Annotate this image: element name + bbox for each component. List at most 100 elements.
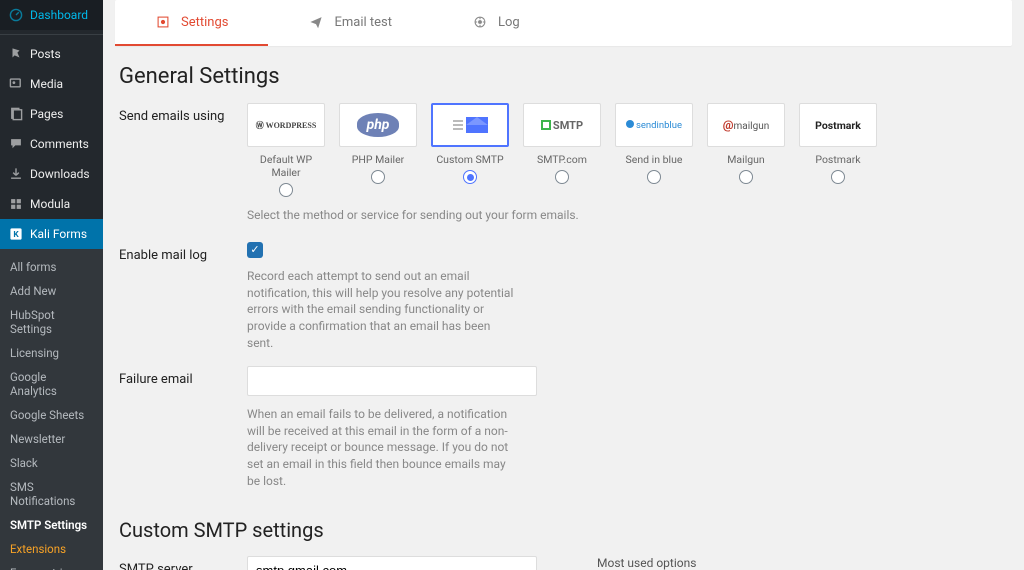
dashboard-icon [8,7,24,23]
tab-log[interactable]: Log [432,0,560,46]
sidebar-label: Kali Forms [30,227,87,241]
sidebar-label: Downloads [30,167,90,181]
mailer-radio-wp[interactable] [279,183,293,197]
sidebar-item-dashboard[interactable]: Dashboard [0,0,103,30]
svg-text:K: K [13,230,19,240]
help-send-using: Select the method or service for sending… [247,207,587,224]
label-enable-mail-log: Enable mail log [119,242,231,263]
tab-label: Settings [181,15,228,30]
mailer-options: Ⓦ WORDPRESS Default WP Mailer php PHP Ma… [247,103,887,197]
tab-email-test[interactable]: Email test [268,0,432,46]
kaliforms-icon: K [8,226,24,242]
mailer-option-mailgun: @mailgun Mailgun [707,103,785,197]
mailer-name: PHP Mailer [339,153,417,166]
mailer-option-sendinblue: sendinblue Send in blue [615,103,693,197]
media-icon [8,76,24,92]
sendinblue-logo-icon: sendinblue [626,120,682,131]
wordpress-logo-icon: Ⓦ WORDPRESS [256,120,317,131]
subitem-hubspot[interactable]: HubSpot Settings [0,303,103,341]
comments-icon [8,136,24,152]
mailer-radio-postmark[interactable] [831,170,845,184]
sidebar-label: Dashboard [30,8,88,22]
settings-tabs: Settings Email test Log [115,0,1012,46]
mailer-radio-sendinblue[interactable] [647,170,661,184]
subitem-all-forms[interactable]: All forms [0,255,103,279]
postmark-logo-icon: Postmark [815,119,861,132]
download-icon [8,166,24,182]
mailer-name: Send in blue [615,153,693,166]
mailer-option-php: php PHP Mailer [339,103,417,197]
subitem-extensions[interactable]: Extensions [0,537,103,561]
send-icon [308,14,324,30]
mailer-card-postmark[interactable]: Postmark [799,103,877,147]
sidebar-item-comments[interactable]: Comments [0,129,103,159]
mailer-radio-php[interactable] [371,170,385,184]
custom-smtp-logo-icon [453,117,488,133]
tab-label: Email test [334,15,392,30]
mailer-card-custom-smtp[interactable] [431,103,509,147]
tab-label: Log [498,15,520,30]
mailer-card-wp[interactable]: Ⓦ WORDPRESS [247,103,325,147]
tab-settings[interactable]: Settings [115,0,268,46]
mailer-name: SMTP.com [523,153,601,166]
sidebar-item-posts[interactable]: Posts [0,39,103,69]
heading-general-settings: General Settings [119,64,1012,89]
subitem-analytics[interactable]: Google Analytics [0,365,103,403]
subitem-add-new[interactable]: Add New [0,279,103,303]
sidebar-label: Comments [30,137,89,151]
subitem-licensing[interactable]: Licensing [0,341,103,365]
modula-icon [8,196,24,212]
subitem-newsletter[interactable]: Newsletter [0,427,103,451]
gear-outline-icon [155,14,171,30]
mailer-option-custom-smtp: Custom SMTP [431,103,509,197]
sidebar-item-media[interactable]: Media [0,69,103,99]
mailer-radio-mailgun[interactable] [739,170,753,184]
mailer-card-smtpcom[interactable]: SMTP [523,103,601,147]
main-content: Settings Email test Log General Settings… [103,0,1024,570]
mailer-radio-custom-smtp[interactable] [463,170,477,184]
input-smtp-server[interactable] [247,556,537,570]
mailer-option-postmark: Postmark Postmark [799,103,877,197]
help-mail-log: Record each attempt to send out an email… [247,268,517,352]
pin-icon [8,46,24,62]
admin-sidebar: Dashboard Posts Media Pages Comments Dow… [0,0,103,570]
input-failure-email[interactable] [247,366,537,396]
sidebar-label: Posts [30,47,61,61]
subitem-smtp-settings[interactable]: SMTP Settings [0,513,103,537]
mailer-card-php[interactable]: php [339,103,417,147]
log-icon [472,14,488,30]
mailer-card-mailgun[interactable]: @mailgun [707,103,785,147]
sidebar-item-pages[interactable]: Pages [0,99,103,129]
sidebar-label: Modula [30,197,70,211]
sidebar-label: Pages [30,107,63,121]
sidebar-item-modula[interactable]: Modula [0,189,103,219]
subitem-form-entries[interactable]: Form entries [0,561,103,570]
mailer-name: Postmark [799,153,877,166]
sidebar-submenu: All forms Add New HubSpot Settings Licen… [0,249,103,570]
mailer-radio-smtpcom[interactable] [555,170,569,184]
help-failure-email: When an email fails to be delivered, a n… [247,406,517,490]
label-failure-email: Failure email [119,366,231,387]
pages-icon [8,106,24,122]
mailer-option-wp: Ⓦ WORDPRESS Default WP Mailer [247,103,325,197]
label-send-using: Send emails using [119,103,231,124]
mailer-name: Custom SMTP [431,153,509,166]
sidebar-label: Media [30,77,63,91]
mailer-card-sendinblue[interactable]: sendinblue [615,103,693,147]
subitem-slack[interactable]: Slack [0,451,103,475]
heading-custom-smtp: Custom SMTP settings [119,518,1012,542]
php-logo-icon: php [357,113,400,137]
checkbox-enable-mail-log[interactable]: ✓ [247,242,263,258]
check-icon: ✓ [250,243,259,256]
mailer-name: Default WP Mailer [247,153,325,179]
sidebar-item-kaliforms[interactable]: K Kali Forms [0,219,103,249]
label-most-used: Most used options [597,556,767,570]
sidebar-item-downloads[interactable]: Downloads [0,159,103,189]
mailer-name: Mailgun [707,153,785,166]
smtpcom-logo-icon: SMTP [541,119,583,132]
subitem-sms[interactable]: SMS Notifications [0,475,103,513]
mailer-option-smtpcom: SMTP SMTP.com [523,103,601,197]
subitem-sheets[interactable]: Google Sheets [0,403,103,427]
label-smtp-server: SMTP server [119,556,231,570]
mailgun-logo-icon: @mailgun [723,118,770,132]
